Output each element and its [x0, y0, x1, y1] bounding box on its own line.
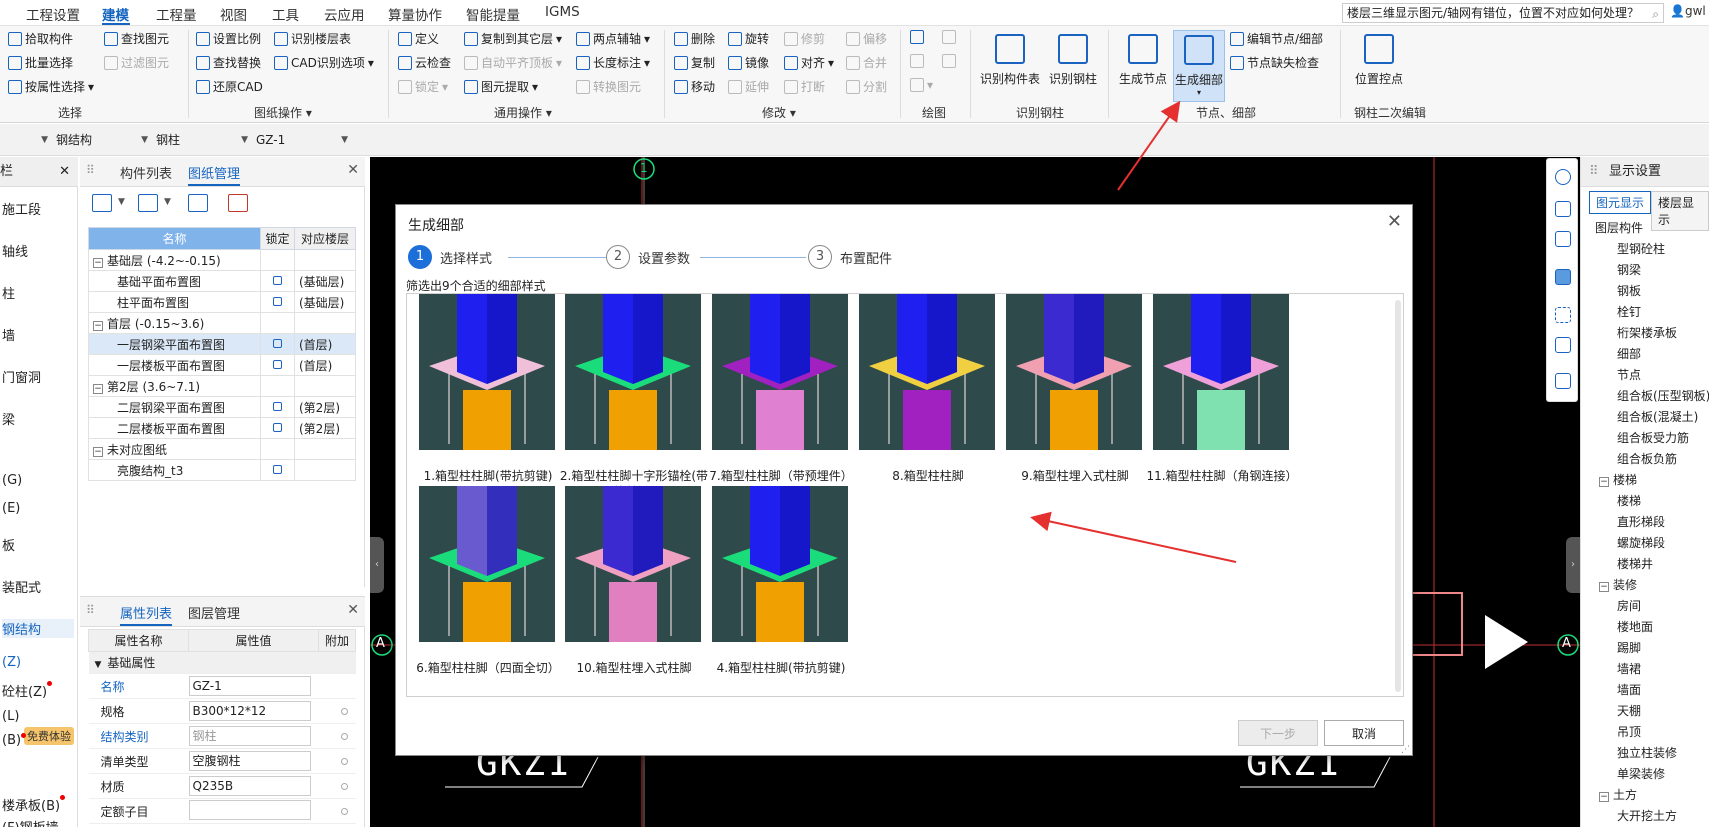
- annotation-arrows: [1030, 100, 1237, 563]
